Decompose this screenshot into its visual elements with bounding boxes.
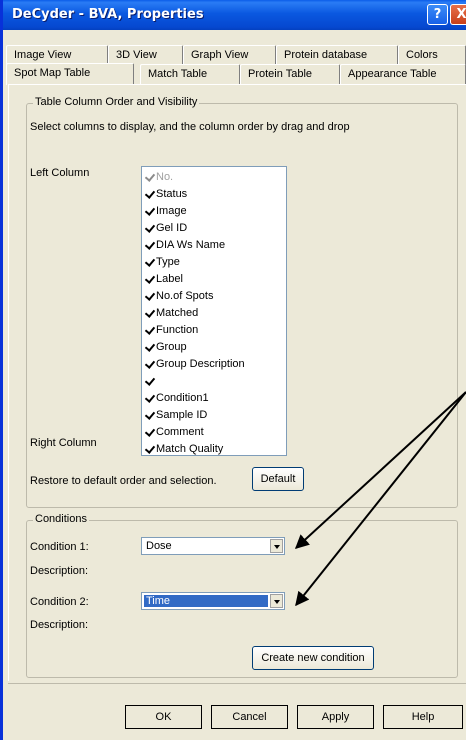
apply-button[interactable]: Apply (297, 705, 374, 729)
column-list-item[interactable]: No. (145, 168, 173, 185)
checkbox-checked-icon[interactable] (145, 325, 155, 335)
column-list-item[interactable]: Sample ID (145, 406, 207, 423)
checkbox-checked-icon[interactable] (145, 308, 155, 318)
description2-label: Description: (30, 619, 89, 631)
restore-text: Restore to default order and selection. (30, 475, 217, 487)
checkbox-checked-icon[interactable] (145, 206, 155, 216)
checkbox-checked-icon[interactable] (145, 291, 155, 301)
column-list-item[interactable]: Group Description (145, 355, 245, 372)
column-list-item[interactable]: Match Quality (145, 440, 223, 457)
column-item-label: Sample ID (156, 408, 208, 421)
column-list-item[interactable]: DIA Ws Name (145, 236, 225, 253)
tab-match-table[interactable]: Match Table (140, 64, 240, 84)
tab-protein-database[interactable]: Protein database (276, 45, 398, 65)
column-list-item[interactable]: Gel ID (145, 219, 187, 236)
column-list-item[interactable]: Function (145, 321, 198, 338)
chevron-down-icon[interactable] (270, 594, 283, 608)
right-column-label: Right Column (30, 437, 97, 449)
tab-colors[interactable]: Colors (398, 45, 466, 65)
description1-label: Description: (30, 565, 89, 577)
column-list-item[interactable]: Group (145, 338, 187, 355)
column-list-item[interactable]: Matched (145, 304, 198, 321)
checkbox-checked-icon[interactable] (145, 376, 155, 386)
column-list-item[interactable]: Condition1 (145, 389, 209, 406)
help-title-button[interactable]: ? (427, 4, 448, 25)
checkbox-checked-icon[interactable] (145, 444, 155, 454)
checkbox-checked-icon[interactable] (145, 189, 155, 199)
column-list-item[interactable]: Comment (145, 423, 204, 440)
checkbox-checked-icon[interactable] (145, 342, 155, 352)
column-item-label: Status (156, 187, 188, 200)
checkbox-checked-icon[interactable] (145, 223, 155, 233)
column-item-label: Condition1 (156, 391, 209, 404)
column-list-item[interactable]: No.of Spots (145, 287, 213, 304)
columns-instruction: Select columns to display, and the colum… (30, 121, 350, 133)
column-item-label: Matched (156, 306, 199, 319)
column-item-label: Group (156, 340, 187, 353)
checkbox-checked-icon[interactable] (145, 393, 155, 403)
column-item-label: Gel ID (156, 221, 188, 234)
column-item-label: No. (156, 170, 174, 183)
condition2-label: Condition 2: (30, 596, 89, 608)
column-list-item[interactable] (145, 372, 156, 389)
column-item-label: Image (156, 204, 187, 217)
condition1-value: Dose (146, 540, 172, 552)
condition1-select[interactable]: Dose (141, 537, 285, 555)
window-title: DeCyder - BVA, Properties (12, 7, 204, 22)
checkbox-checked-icon[interactable] (145, 172, 155, 182)
column-list-item[interactable]: Status (145, 185, 187, 202)
condition1-label: Condition 1: (30, 541, 89, 553)
ok-button[interactable]: OK (125, 705, 202, 729)
close-button[interactable]: X (450, 4, 466, 25)
tab-3d-view[interactable]: 3D View (108, 45, 183, 65)
tab-appearance-table[interactable]: Appearance Table (340, 64, 466, 84)
checkbox-checked-icon[interactable] (145, 410, 155, 420)
checkbox-checked-icon[interactable] (145, 240, 155, 250)
column-item-label: Comment (156, 425, 204, 438)
checkbox-checked-icon[interactable] (145, 359, 155, 369)
checkbox-checked-icon[interactable] (145, 274, 155, 284)
columns-group-title: Table Column Order and Visibility (33, 96, 200, 108)
cancel-button[interactable]: Cancel (211, 705, 288, 729)
column-item-label: No.of Spots (156, 289, 214, 302)
footer-divider (8, 683, 466, 684)
tab-protein-table[interactable]: Protein Table (240, 64, 340, 84)
column-item-label: Label (156, 272, 183, 285)
condition2-value: Time (144, 595, 268, 607)
column-item-label: DIA Ws Name (156, 238, 226, 251)
checkbox-checked-icon[interactable] (145, 427, 155, 437)
checkbox-checked-icon[interactable] (145, 257, 155, 267)
column-listbox[interactable]: No. Status Image Gel ID DIA Ws Name Type Label… (141, 166, 287, 456)
default-button[interactable]: Default (252, 467, 304, 491)
tab-image-view[interactable]: Image View (6, 45, 108, 65)
column-item-label: Function (156, 323, 199, 336)
column-item-label: Match Quality (156, 442, 224, 455)
tab-graph-view[interactable]: Graph View (183, 45, 276, 65)
column-list-item[interactable]: Image (145, 202, 187, 219)
column-list-item[interactable]: Label (145, 270, 183, 287)
column-item-label: Type (156, 255, 180, 268)
tab-spot-map-table[interactable]: Spot Map Table (6, 63, 134, 85)
title-bar[interactable]: DeCyder - BVA, Properties ? X (3, 0, 466, 30)
condition2-select[interactable]: Time (141, 592, 285, 610)
left-column-label: Left Column (30, 167, 90, 179)
column-item-label: Group Description (156, 357, 245, 370)
conditions-group-title: Conditions (33, 513, 89, 525)
chevron-down-icon[interactable] (270, 539, 283, 553)
column-list-item[interactable]: Type (145, 253, 180, 270)
create-condition-button[interactable]: Create new condition (252, 646, 374, 670)
help-button[interactable]: Help (383, 705, 463, 729)
